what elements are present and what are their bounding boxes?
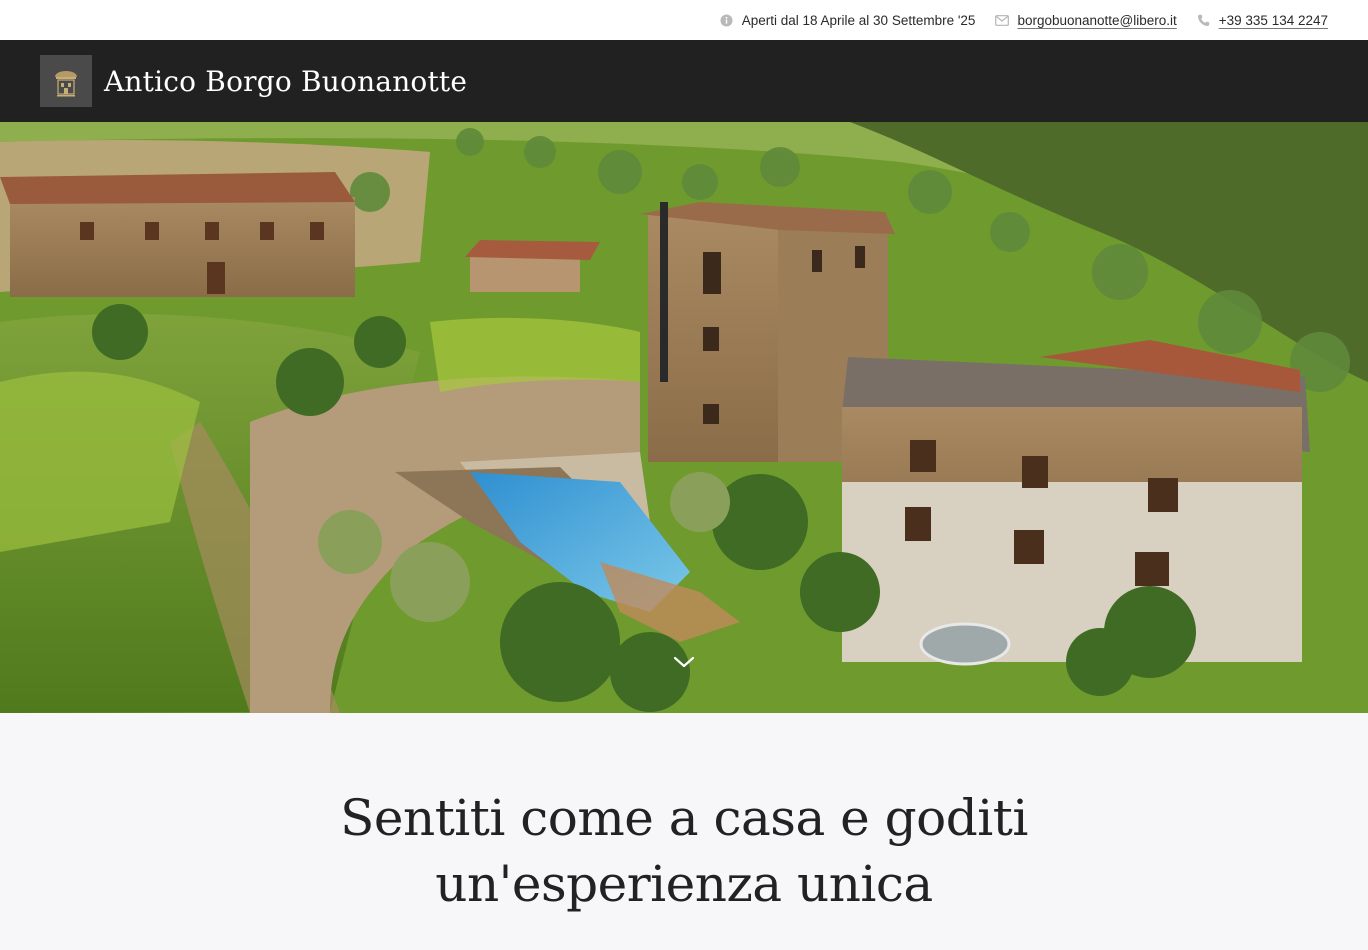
info-icon [720, 13, 734, 27]
mail-icon [995, 13, 1010, 27]
email-link[interactable]: borgobuonanotte@libero.it [1017, 13, 1176, 28]
headline-line-2: un'esperienza unica [435, 855, 933, 913]
top-info-bar: Aperti dal 18 Aprile al 30 Settembre '25… [0, 0, 1368, 40]
intro-section: Sentiti come a casa e goditi un'esperien… [0, 713, 1368, 950]
opening-hours-text: Aperti dal 18 Aprile al 30 Settembre '25 [741, 12, 976, 28]
opening-hours: Aperti dal 18 Aprile al 30 Settembre '25 [720, 12, 976, 28]
site-header: Antico Borgo Buonanotte [0, 40, 1368, 122]
site-title[interactable]: Antico Borgo Buonanotte [104, 65, 467, 98]
hero-photo [0, 122, 1368, 713]
phone-icon [1197, 13, 1211, 27]
email-contact: borgobuonanotte@libero.it [995, 13, 1177, 28]
headline: Sentiti come a casa e goditi un'esperien… [304, 785, 1064, 950]
phone-link[interactable]: +39 335 134 2247 [1219, 13, 1328, 28]
hero-landscape-illustration [0, 122, 1368, 713]
chevron-down-icon[interactable] [672, 654, 696, 672]
phone-contact: +39 335 134 2247 [1197, 13, 1328, 28]
borgo-logo[interactable] [40, 55, 92, 107]
headline-line-1: Sentiti come a casa e goditi [340, 789, 1028, 847]
